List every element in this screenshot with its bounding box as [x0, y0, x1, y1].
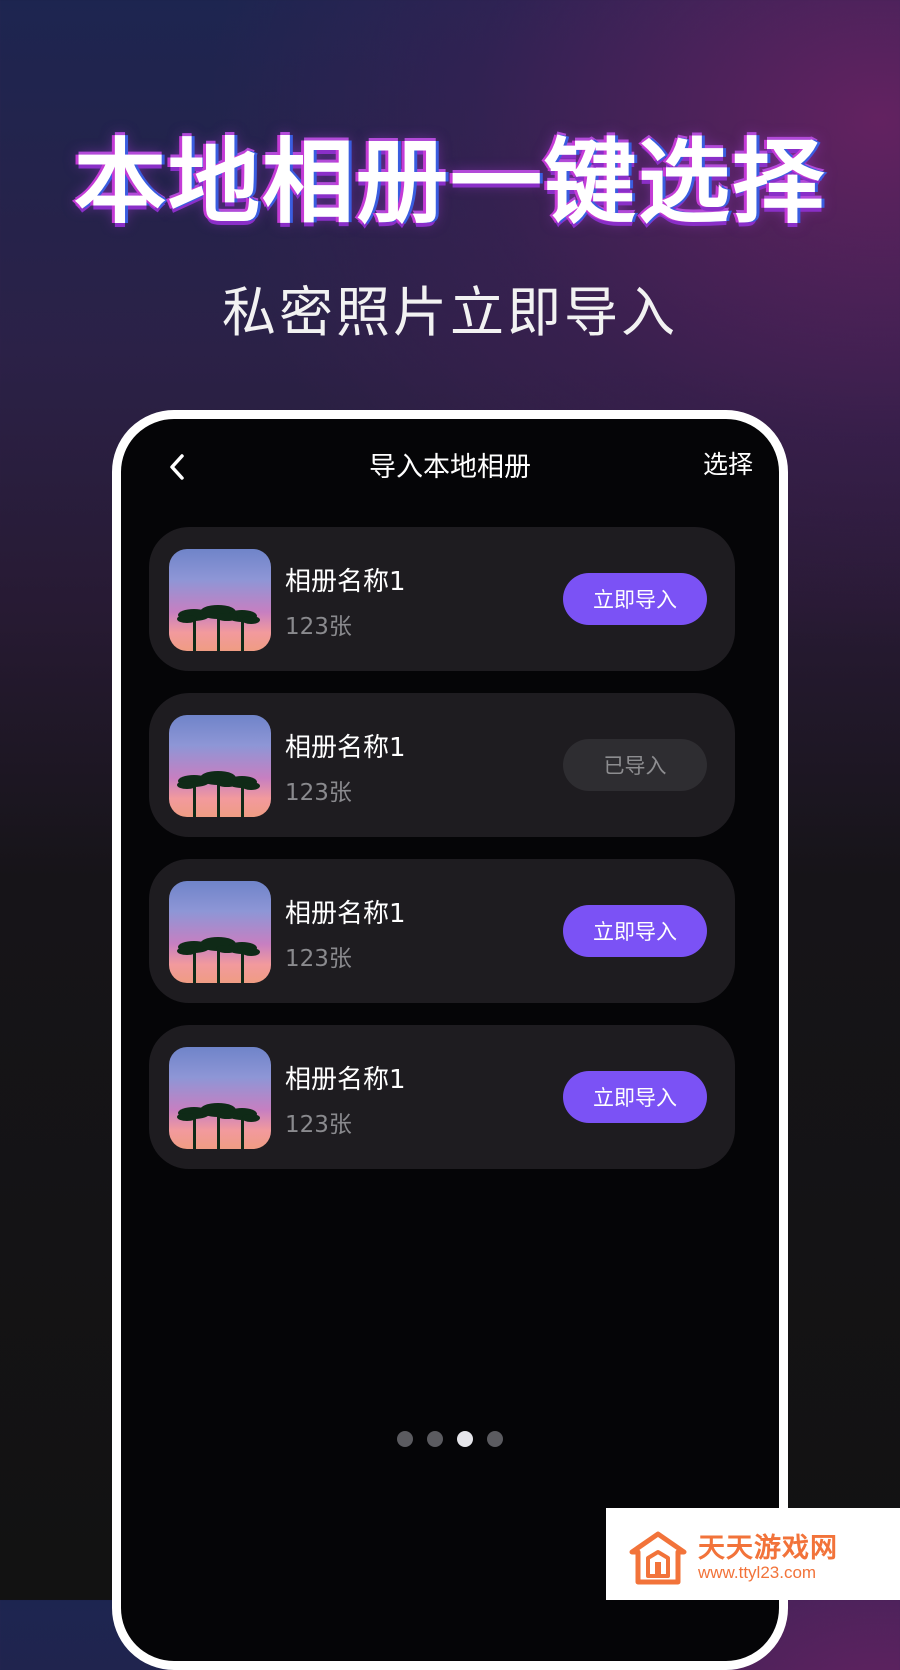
album-name: 相册名称1 [285, 899, 406, 929]
page-indicator [121, 1431, 779, 1447]
imported-button[interactable]: 已导入 [563, 739, 707, 791]
album-card[interactable]: 相册名称1 123张 立即导入 [149, 1025, 735, 1169]
album-count: 123张 [285, 946, 352, 972]
page-dot[interactable] [427, 1431, 443, 1447]
album-thumbnail [169, 715, 271, 817]
album-name: 相册名称1 [285, 1065, 406, 1095]
import-now-button[interactable]: 立即导入 [563, 1071, 707, 1123]
page-title: 导入本地相册 [369, 452, 531, 483]
watermark-url: www.ttyl23.com [698, 1563, 817, 1582]
album-name: 相册名称1 [285, 733, 406, 763]
album-name: 相册名称1 [285, 567, 406, 597]
import-now-button[interactable]: 立即导入 [563, 905, 707, 957]
page-dot[interactable] [487, 1431, 503, 1447]
album-card[interactable]: 相册名称1 123张 立即导入 [149, 527, 735, 671]
watermark: 天天游戏网 www.ttyl23.com [606, 1508, 900, 1600]
album-count: 123张 [285, 780, 352, 806]
album-card[interactable]: 相册名称1 123张 已导入 [149, 693, 735, 837]
album-card[interactable]: 相册名称1 123张 立即导入 [149, 859, 735, 1003]
album-count: 123张 [285, 1112, 352, 1138]
select-button[interactable]: 选择 [703, 445, 753, 481]
house-logo-icon [628, 1530, 688, 1586]
page-dot-active[interactable] [457, 1431, 473, 1447]
album-count: 123张 [285, 614, 352, 640]
promo-subline: 私密照片立即导入 [222, 281, 678, 344]
album-thumbnail [169, 1047, 271, 1149]
watermark-title: 天天游戏网 [698, 1533, 838, 1564]
promo-headline: 本地相册一键选择 [73, 129, 826, 236]
page-dot[interactable] [397, 1431, 413, 1447]
album-list: 相册名称1 123张 立即导入 相册名称1 123张 已导入 相册名称1 123… [149, 527, 735, 1191]
album-thumbnail [169, 549, 271, 651]
phone-mockup: 导入本地相册 选择 相册名称1 123张 立即导入 相册名称1 123张 已导入… [112, 410, 788, 1670]
import-now-button[interactable]: 立即导入 [563, 573, 707, 625]
album-thumbnail [169, 881, 271, 983]
